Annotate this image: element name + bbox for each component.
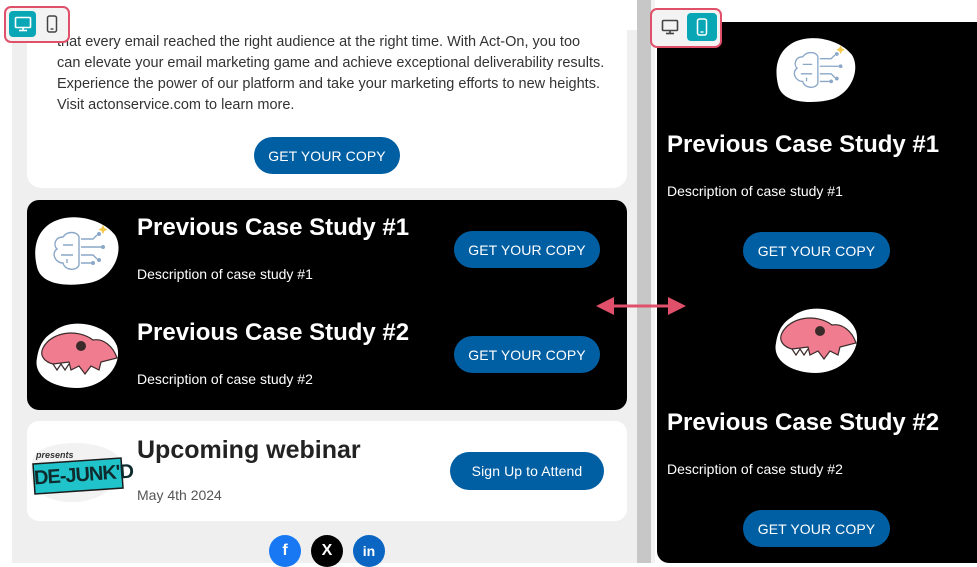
desktop-view-button[interactable] [655, 13, 685, 41]
webinar-title: Upcoming webinar [137, 436, 361, 464]
mobile-case-study-1-title: Previous Case Study #1 [667, 131, 940, 158]
case-study-2-get-copy-button[interactable]: GET YOUR COPY [454, 336, 600, 373]
resize-arrow-icon [594, 293, 688, 319]
intro-get-copy-button[interactable]: GET YOUR COPY [254, 137, 400, 174]
mobile-dinosaur-skull-illustration-icon [771, 303, 863, 377]
linkedin-icon[interactable]: in [353, 535, 385, 567]
preview-divider [637, 0, 651, 563]
case-study-1-get-copy-button[interactable]: GET YOUR COPY [454, 231, 600, 268]
monitor-icon [14, 16, 31, 32]
intro-text: that every email reached the right audie… [57, 34, 605, 113]
phone-icon [696, 18, 708, 36]
monitor-icon [661, 19, 679, 35]
case-study-2-description: Description of case study #2 [137, 371, 313, 387]
mobile-case-study-1-get-copy-button[interactable]: GET YOUR COPY [743, 232, 890, 269]
mobile-case-study-2-description: Description of case study #2 [667, 461, 843, 477]
facebook-icon[interactable]: f [269, 535, 301, 567]
right-device-toggle [650, 8, 722, 48]
desktop-view-button[interactable] [9, 11, 36, 37]
preview-divider-light [651, 0, 655, 563]
logo-presents-text: presents [36, 450, 74, 460]
webinar-date: May 4th 2024 [137, 487, 222, 503]
mobile-case-study-1-description: Description of case study #1 [667, 183, 843, 199]
left-device-toggle [4, 6, 70, 43]
case-study-1-description: Description of case study #1 [137, 266, 313, 282]
mobile-view-button[interactable] [687, 13, 717, 41]
webinar-sign-up-button[interactable]: Sign Up to Attend [450, 452, 604, 490]
case-study-2-title: Previous Case Study #2 [137, 319, 410, 346]
x-twitter-icon[interactable]: X [311, 535, 343, 567]
mobile-case-study-2-get-copy-button[interactable]: GET YOUR COPY [743, 510, 890, 547]
mobile-case-study-2-title: Previous Case Study #2 [667, 409, 940, 436]
phone-icon [46, 15, 57, 33]
mobile-brain-illustration-icon [771, 36, 861, 106]
mobile-view-button[interactable] [38, 11, 65, 37]
brain-illustration-icon [33, 215, 121, 289]
dinosaur-skull-illustration-icon [33, 318, 123, 392]
case-study-1-title: Previous Case Study #1 [137, 214, 410, 241]
